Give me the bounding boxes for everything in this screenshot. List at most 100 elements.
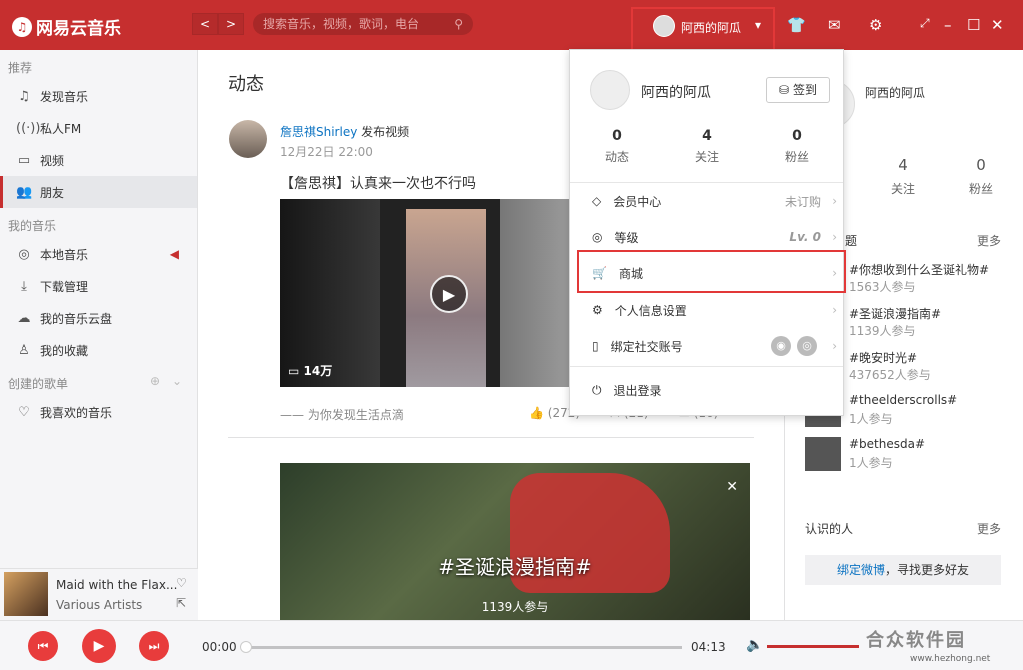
coin-icon: ⛁ [779,83,790,97]
gear-icon: ⚙ [592,303,603,317]
close-icon[interactable]: ✕ [726,479,738,495]
menu-item-level[interactable]: ◎ 等级 Lv. 0 › [570,220,843,254]
video-bg-left [280,199,380,387]
close-icon[interactable]: ✕ [991,16,1004,34]
topic-name: #晚安时光# [849,351,918,365]
progress-knob[interactable] [240,641,252,653]
topic-count: 1人参与 [849,456,893,470]
bind-weibo-box[interactable]: 绑定微博，寻找更多好友 [805,555,1001,585]
post-text: 【詹思祺】认真来一次也不行吗 [280,176,476,192]
stat-label: 关注 [890,182,915,196]
stat-followers[interactable]: 0 粉丝 [752,128,842,165]
sidebar-item-friends[interactable]: 👥 朋友 [0,176,197,208]
album-cover[interactable] [4,572,48,616]
profile-name[interactable]: 阿西的阿瓜 [865,84,925,101]
sidebar-item-downloads[interactable]: ⤓ 下载管理 [0,270,197,302]
minimize-icon[interactable]: – [944,16,952,34]
sidebar-item-favorites[interactable]: ♙ 我的收藏 [0,334,197,366]
app-logo[interactable]: ♫ 网易云音乐 [12,14,121,39]
sidebar-item-label: 本地音乐 [40,247,89,262]
topic-name: #圣诞浪漫指南# [849,307,942,321]
menu-item-bind-social[interactable]: ▯ 绑定社交账号 ◉ ◎ › [570,329,843,363]
medal-icon: ◎ [592,230,603,244]
topic-item[interactable]: #bethesda# 1人参与 [805,437,1015,475]
share-icon[interactable]: ⇱ [176,596,186,610]
play-icon[interactable]: ▶ [430,275,468,313]
post-action: 发布视频 [361,125,410,139]
mini-mode-icon[interactable]: ⤢ [920,16,930,31]
view-count-value: 14万 [303,364,333,378]
maximize-icon[interactable]: ☐ [967,16,980,34]
sidebar-item-video[interactable]: ▭ 视频 [0,144,197,176]
stat-value: 4 [898,156,908,174]
stat-followers[interactable]: 0 粉丝 [951,156,1011,197]
sidebar: 推荐 ♫ 发现音乐 ((·)) 私人FM ▭ 视频 👥 朋友 我的音乐 ◎ 本地音乐 ◀ ⤓… [0,50,198,620]
sidebar-item-label: 朋友 [40,185,65,200]
caret-down-icon: ▾ [755,18,762,32]
chevron-right-icon: › [832,303,837,317]
menu-item-label: 个人信息设置 [614,303,687,318]
menu-item-vip[interactable]: ◇ 会员中心 未订购 › [570,184,843,218]
avatar[interactable] [590,70,630,110]
topic-count: 1139人参与 [849,324,916,338]
gear-icon[interactable]: ⚙ [869,16,882,34]
previous-button[interactable]: ⏮ [28,631,58,661]
volume-bar[interactable] [767,645,859,648]
bind-weibo-link[interactable]: 绑定微博 [837,563,885,577]
menu-item-logout[interactable]: ⏻ 退出登录 [570,373,843,407]
chevron-right-icon: › [832,194,837,208]
divider [570,366,843,367]
back-button[interactable]: < [192,13,218,35]
volume-icon[interactable]: 🔈 [746,637,763,653]
video-icon: ▭ [17,152,31,168]
topic-count: 1563人参与 [849,280,916,294]
sidebar-item-label: 我喜欢的音乐 [40,405,113,420]
stat-value: 0 [976,156,986,174]
next-button[interactable]: ⏭ [139,631,169,661]
stat-following[interactable]: 4 关注 [873,156,933,197]
chevron-down-icon[interactable]: ⌄ [172,374,182,388]
video-camera-icon: ▭ [288,364,300,378]
menu-item-label: 退出登录 [613,383,662,398]
heart-icon[interactable]: ♡ [176,576,187,590]
page-title: 动态 [228,74,264,95]
topic-name: #bethesda# [849,437,926,451]
topics-more-link[interactable]: 更多 [977,232,1001,249]
post-username[interactable]: 詹思祺Shirley [280,125,357,139]
add-playlist-icon[interactable]: ⊕ [150,374,160,388]
mail-icon[interactable]: ✉ [828,16,841,34]
dropdown-username[interactable]: 阿西的阿瓜 [641,82,711,102]
sidebar-item-fm[interactable]: ((·)) 私人FM [0,112,197,144]
stat-posts[interactable]: 0 动态 [572,128,662,165]
people-more-link[interactable]: 更多 [977,520,1001,537]
qq-icon[interactable]: ◎ [797,336,817,356]
menu-item-profile-settings[interactable]: ⚙ 个人信息设置 › [570,293,843,327]
sidebar-section-recommend: 推荐 [8,61,33,75]
sidebar-item-local[interactable]: ◎ 本地音乐 ◀ [0,238,197,270]
stat-following[interactable]: 4 关注 [662,128,752,165]
search-input[interactable]: 搜索音乐，视频，歌词，电台 ⚲ [253,13,473,35]
discover-label: —— 为你发现生活点滴 [280,408,404,422]
topic-banner[interactable]: #圣诞浪漫指南# 1139人参与 ✕ [280,463,750,620]
sidebar-item-label: 私人FM [40,121,82,136]
search-icon[interactable]: ⚲ [454,13,463,35]
phone-icon: ▯ [592,339,599,353]
sidebar-section-my-music: 我的音乐 [8,219,57,233]
header-username: 阿西的阿瓜 [681,21,742,35]
now-playing[interactable]: Maid with the Flax... Various Artists ♡ … [0,568,198,620]
avatar[interactable] [229,120,267,158]
sidebar-item-cloud[interactable]: ☁ 我的音乐云盘 [0,302,197,334]
sidebar-item-discover[interactable]: ♫ 发现音乐 [0,80,197,112]
forward-button[interactable]: > [218,13,244,35]
weibo-icon[interactable]: ◉ [771,336,791,356]
sidebar-section-created: 创建的歌单 ⊕ ⌄ [0,366,197,396]
sidebar-item-label: 视频 [40,153,65,168]
level-value: Lv. 0 [789,230,821,244]
avatar [653,15,675,37]
sidebar-item-liked[interactable]: ♡ 我喜欢的音乐 [0,396,197,428]
watermark: 合众软件园 [866,630,966,651]
skin-icon[interactable]: 👕 [787,16,806,34]
play-button[interactable]: ▶ [82,629,116,663]
progress-bar[interactable] [246,646,682,649]
signin-button[interactable]: ⛁ 签到 [766,77,830,103]
